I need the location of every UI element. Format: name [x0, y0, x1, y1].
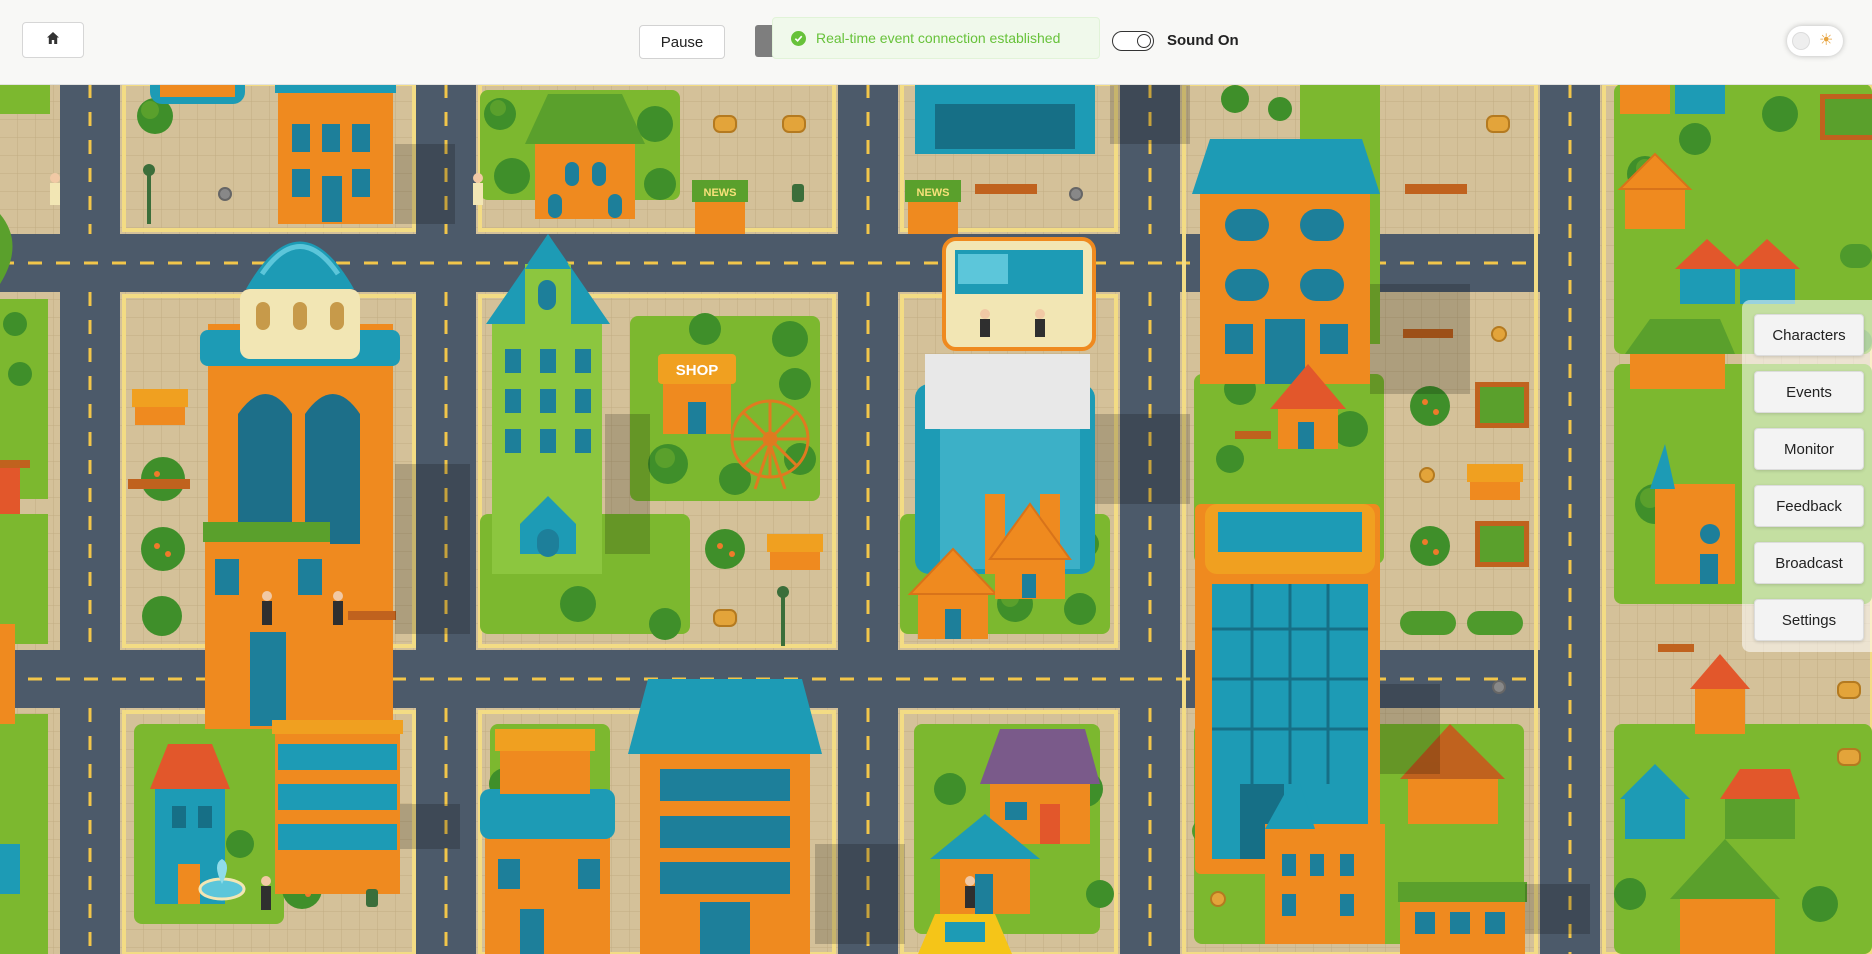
home-icon [46, 31, 60, 50]
sound-toggle[interactable] [1112, 31, 1154, 51]
sound-label: Sound On [1167, 32, 1239, 49]
settings-button[interactable]: Settings [1754, 599, 1864, 641]
connection-toast: Real-time event connection established [772, 17, 1100, 59]
orange-apartment-building [1192, 139, 1380, 384]
check-circle-icon [791, 30, 806, 46]
side-panel: Characters Events Monitor Feedback Broad… [1742, 300, 1872, 652]
character[interactable] [262, 591, 272, 625]
character[interactable] [980, 309, 990, 337]
orange-office-bottom [628, 679, 822, 954]
character[interactable] [1035, 309, 1045, 337]
news-sign-text-1: NEWS [704, 187, 737, 199]
news-sign-text-2: NEWS [917, 187, 950, 199]
striped-building [272, 720, 403, 894]
news-kiosk-left: NEWS [692, 180, 748, 234]
round-tower-top [150, 84, 245, 104]
theme-toggle-knob [1792, 32, 1810, 50]
green-roof-house [525, 94, 645, 219]
office-tower [915, 237, 1096, 574]
toast-message: Real-time event connection established [816, 30, 1061, 46]
green-roof-office [1398, 882, 1527, 954]
top-bar: Pause Real-time event connection establi… [0, 0, 1872, 85]
character[interactable] [965, 876, 975, 908]
pause-button[interactable]: Pause [639, 25, 725, 59]
sun-icon: ☀ [1819, 32, 1834, 49]
town-map[interactable]: NEWS NEWS SHOP [0, 84, 1872, 954]
character[interactable] [473, 173, 483, 205]
building-orange-top-left [275, 84, 396, 224]
sound-toggle-knob [1137, 33, 1151, 48]
broadcast-button[interactable]: Broadcast [1754, 542, 1864, 584]
home-button[interactable] [22, 22, 84, 58]
character[interactable] [333, 591, 343, 625]
shop-sign-text: SHOP [676, 362, 719, 379]
news-kiosk-right: NEWS [905, 180, 961, 234]
hidden-control[interactable] [755, 25, 773, 57]
monitor-button[interactable]: Monitor [1754, 428, 1864, 470]
events-button[interactable]: Events [1754, 371, 1864, 413]
characters-button[interactable]: Characters [1754, 314, 1864, 356]
town-map-svg[interactable]: NEWS NEWS SHOP [0, 84, 1872, 954]
shop-building: SHOP [658, 354, 736, 434]
character[interactable] [50, 173, 60, 205]
theme-toggle[interactable]: ☀ [1787, 26, 1843, 56]
feedback-button[interactable]: Feedback [1754, 485, 1864, 527]
character[interactable] [261, 876, 271, 910]
teal-building-top [915, 84, 1095, 154]
